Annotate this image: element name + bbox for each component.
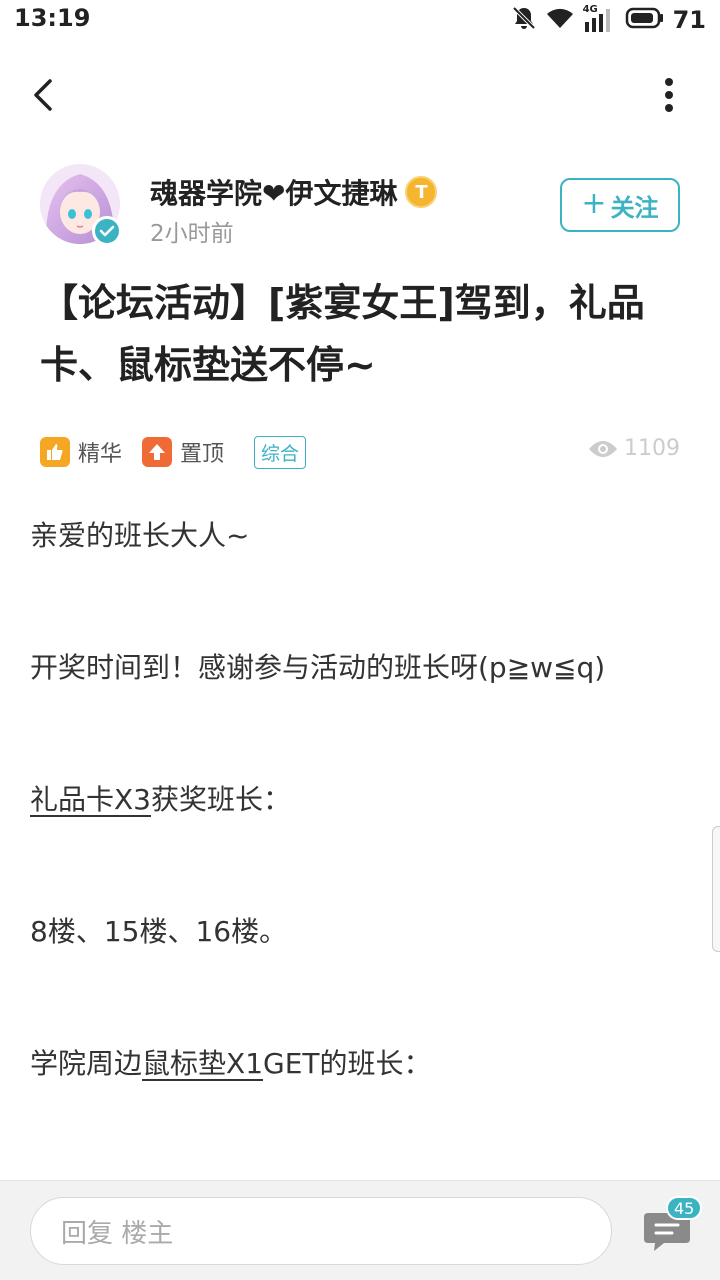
comments-count-badge: 45 xyxy=(666,1196,703,1220)
author-name-group: 魂器学院❤伊文捷琳 T xyxy=(150,172,438,212)
status-time: 13:19 xyxy=(14,4,91,32)
tag-featured: 精华 xyxy=(40,436,122,468)
follow-button[interactable]: + 关注 xyxy=(560,178,680,232)
eye-icon xyxy=(589,440,617,457)
cellular-signal-icon: 4G xyxy=(583,4,617,34)
body-text: GET的班长： xyxy=(263,1047,432,1080)
mute-bell-icon xyxy=(511,5,537,35)
tag-pinned-label: 置顶 xyxy=(180,442,225,467)
body-paragraph: 学院周边鼠标垫X1GET的班长： xyxy=(30,1044,432,1084)
tag-featured-label: 精华 xyxy=(78,442,123,467)
body-paragraph: 亲爱的班长大人~ xyxy=(30,519,250,552)
scroll-handle[interactable] xyxy=(712,826,720,952)
post-detail-screen: 13:19 4G 71 魂器学院❤伊文捷琳 T 2小时前 + 关注 【论坛活动】… xyxy=(0,0,720,1280)
post-tags-row: 精华 置顶 综合 1109 xyxy=(40,432,680,472)
body-paragraph: 8楼、15楼、16楼。 xyxy=(30,915,288,948)
body-paragraph: 礼品卡X3获奖班长： xyxy=(30,780,291,820)
follow-label: 关注 xyxy=(610,193,659,222)
reply-input[interactable]: 回复 楼主 xyxy=(30,1197,612,1265)
underlined-text: 礼品卡X3 xyxy=(30,783,151,816)
status-bar: 13:19 4G 71 xyxy=(0,0,720,40)
post-time: 2小时前 xyxy=(150,221,234,247)
status-icons: 4G 71 xyxy=(511,4,706,36)
category-badge[interactable]: 综合 xyxy=(254,435,307,469)
underlined-text: 鼠标垫X1 xyxy=(142,1047,264,1080)
more-options-button[interactable] xyxy=(654,72,684,118)
plus-icon: + xyxy=(581,185,607,221)
body-paragraph: 开奖时间到！感谢参与活动的班长呀(p≧w≦q) xyxy=(30,651,606,684)
wifi-icon xyxy=(545,6,575,34)
verified-badge-icon xyxy=(92,216,122,246)
nav-bar xyxy=(0,56,720,136)
battery-icon xyxy=(625,7,665,33)
author-avatar[interactable] xyxy=(40,164,122,246)
back-button[interactable] xyxy=(20,72,66,118)
body-text: 获奖班长： xyxy=(151,783,292,816)
battery-level: 71 xyxy=(672,6,706,34)
post-title: 【论坛活动】[紫宴女王]驾到，礼品卡、鼠标垫送不停~ xyxy=(40,281,645,387)
chevron-left-icon xyxy=(34,79,52,111)
view-count: 1109 xyxy=(588,436,680,461)
bottom-reply-bar: 回复 楼主 xyxy=(0,1180,720,1280)
level-badge-icon: T xyxy=(405,176,438,208)
author-row: 魂器学院❤伊文捷琳 T 2小时前 + 关注 xyxy=(0,164,720,248)
more-vertical-icon xyxy=(665,78,673,112)
author-name[interactable]: 魂器学院❤伊文捷琳 xyxy=(150,172,397,212)
thumbs-up-icon xyxy=(40,437,70,467)
arrow-up-icon xyxy=(142,437,173,467)
view-count-value: 1109 xyxy=(624,436,680,461)
body-text: 学院周边 xyxy=(30,1047,143,1080)
tag-pinned: 置顶 xyxy=(142,436,224,468)
